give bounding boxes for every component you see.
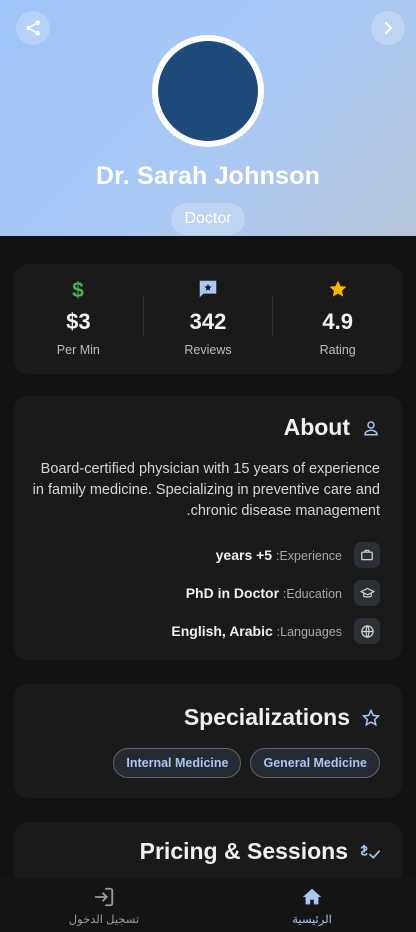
- about-card: About Board-certified physician with 15 …: [14, 396, 402, 660]
- globe-icon: [360, 624, 374, 638]
- education-row: PhD in Doctor :Education: [186, 580, 380, 606]
- stat-reviews: 342 Reviews: [144, 264, 273, 374]
- stat-value: $3: [66, 309, 91, 334]
- experience-row: years +5 :Experience: [216, 542, 380, 568]
- role-badge: Doctor: [171, 203, 245, 235]
- home-icon: [302, 888, 322, 905]
- avatar-frame: [152, 35, 264, 147]
- specializations-title: Specializations: [183, 704, 350, 730]
- chevron-right-icon: [384, 21, 392, 35]
- pricing-heading: Pricing & Sessions: [140, 838, 380, 865]
- nav-home[interactable]: الرئيسية: [208, 878, 416, 932]
- bottom-navigation: تسجيل الدخول الرئيسية: [0, 878, 416, 932]
- stat-value: 4.9: [322, 309, 353, 334]
- star-outline-icon: [362, 708, 380, 726]
- stat-rating: 4.9 Rating: [273, 264, 402, 374]
- specialization-chips: General Medicine Internal Medicine: [113, 748, 380, 778]
- doctor-name: Dr. Sarah Johnson: [95, 162, 321, 190]
- stat-label: Rating: [319, 343, 356, 357]
- specialization-chip[interactable]: General Medicine: [250, 748, 380, 778]
- share-button[interactable]: [16, 11, 50, 45]
- languages-row: English, Arabic :Languages: [171, 618, 380, 644]
- nav-login-label: تسجيل الدخول: [68, 914, 140, 926]
- review-icon: [199, 280, 217, 298]
- about-heading: About: [284, 414, 380, 441]
- stat-price: $ $3 Per Min: [14, 264, 143, 374]
- star-icon: [329, 280, 347, 297]
- about-title: About: [283, 414, 350, 440]
- nav-home-label: الرئيسية: [292, 914, 332, 926]
- dollar-icon: $: [72, 279, 84, 300]
- graduation-cap-icon: [359, 587, 375, 598]
- profile-header: Dr. Sarah Johnson Doctor: [0, 0, 416, 236]
- share-icon: [26, 20, 40, 36]
- svg-text:$: $: [72, 279, 84, 300]
- stat-label: Per Min: [56, 343, 100, 357]
- briefcase-icon: [361, 549, 373, 561]
- experience-key: :Experience: [275, 549, 342, 563]
- stats-card: $ $3 Per Min 342 Reviews 4.9 Rating: [14, 264, 402, 374]
- price-tag-icon: [360, 844, 380, 859]
- login-icon: [94, 887, 114, 907]
- languages-value: English, Arabic: [171, 623, 273, 639]
- stat-value: 342: [189, 309, 227, 334]
- person-icon: [364, 420, 378, 435]
- about-description: Board-certified physician with 15 years …: [32, 461, 380, 519]
- education-value: PhD in Doctor: [185, 585, 280, 601]
- nav-login[interactable]: تسجيل الدخول: [0, 878, 208, 932]
- specialization-chip[interactable]: Internal Medicine: [113, 748, 242, 778]
- forward-button[interactable]: [371, 11, 405, 45]
- languages-key: :Languages: [276, 625, 342, 639]
- specializations-heading: Specializations: [184, 704, 380, 731]
- avatar[interactable]: [158, 41, 258, 141]
- experience-value: years +5: [215, 547, 273, 563]
- stat-label: Reviews: [184, 343, 232, 357]
- education-key: :Education: [282, 587, 342, 601]
- specializations-card: Specializations General Medicine Interna…: [14, 684, 402, 798]
- pricing-title: Pricing & Sessions: [139, 838, 348, 864]
